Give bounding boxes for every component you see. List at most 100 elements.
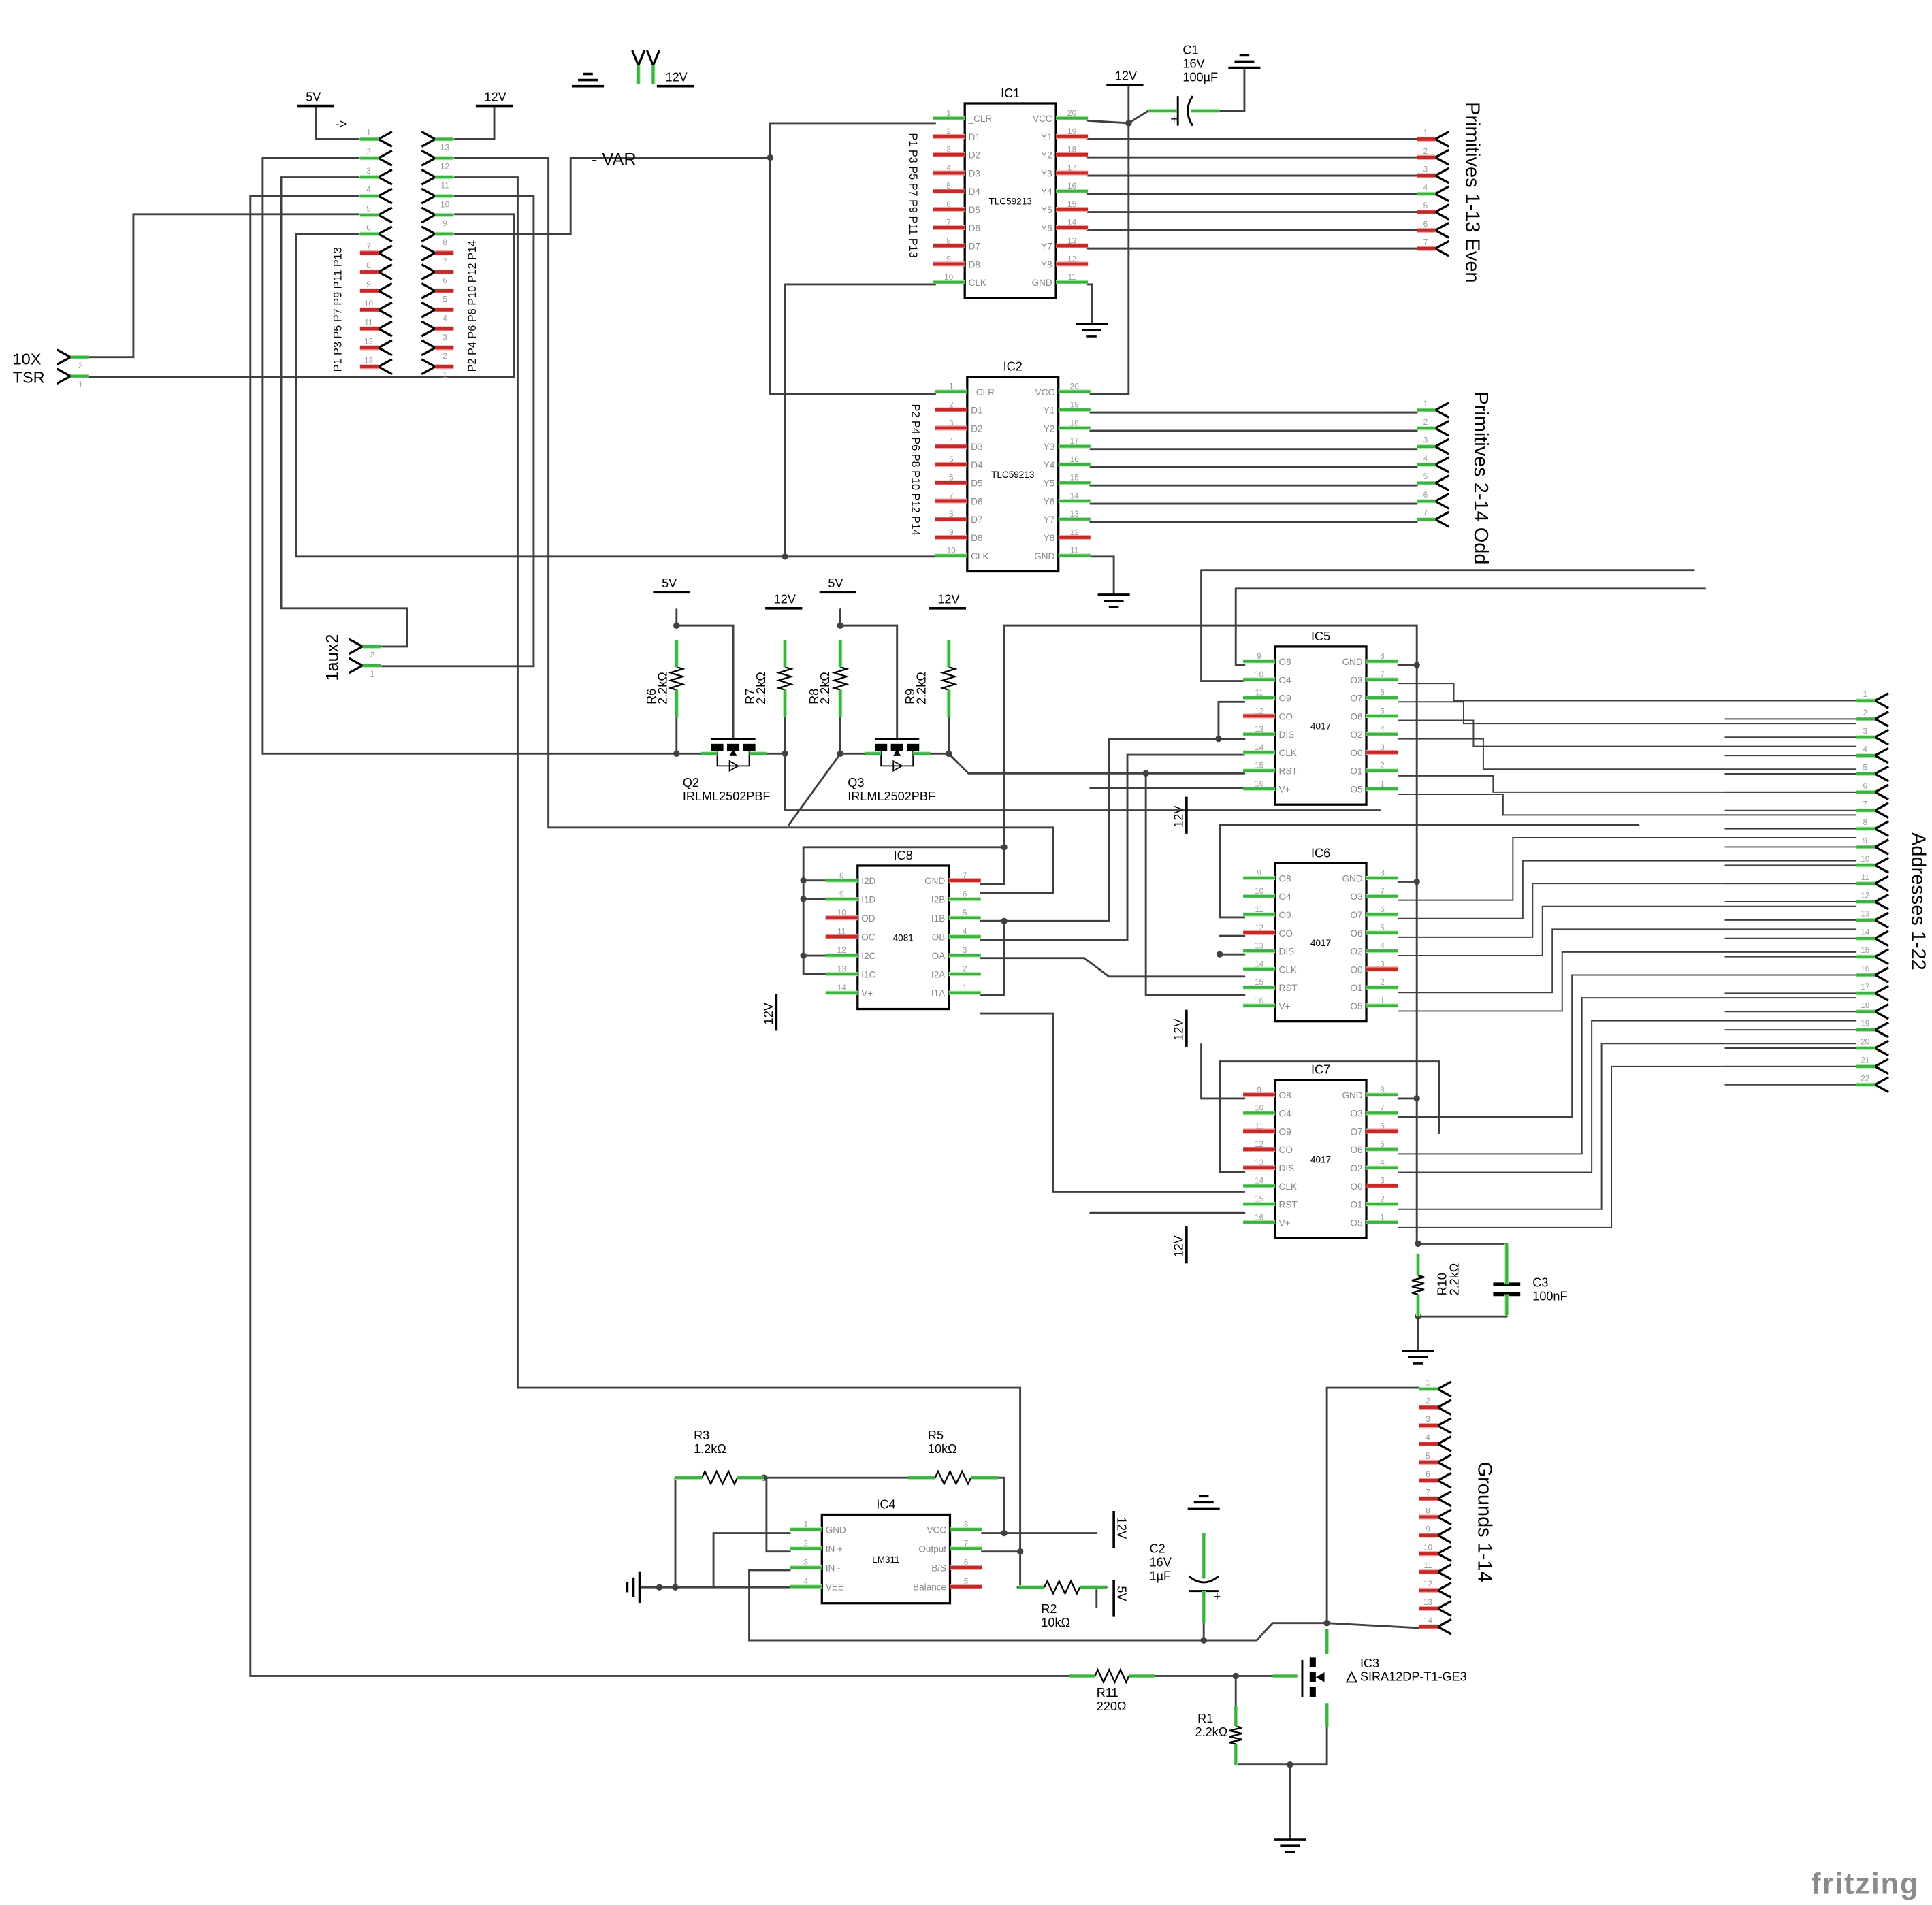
wire	[1398, 738, 1857, 770]
pin-name: O6	[1351, 1145, 1363, 1155]
resistor-r11	[1094, 1667, 1130, 1684]
pin-number: 7	[1426, 1488, 1430, 1497]
pin-name: OB	[932, 932, 946, 943]
wire	[1398, 683, 1857, 702]
rail-label: 5V	[1115, 1586, 1129, 1601]
pin-name: O2	[1351, 947, 1363, 957]
pin-name: O5	[1351, 1001, 1363, 1011]
r8-value: 2.2kΩ	[818, 672, 832, 704]
pin-name: D2	[971, 423, 982, 434]
junction-dot	[767, 154, 774, 161]
pin-name: Output	[918, 1544, 946, 1554]
schematic-canvas[interactable]: IC1 TLC59213 1 _CLR 2 D1 3 D2 4 D3 5 D4 6 D5 7 D6 8 D7 9 D8…	[0, 0, 1932, 1905]
pin-name: O4	[1279, 892, 1292, 902]
connector-fork	[348, 657, 365, 674]
pin-number: 1	[366, 129, 371, 137]
connector-fork	[1432, 438, 1450, 455]
pin-name: V+	[861, 988, 873, 998]
resistor-zigzag	[701, 1469, 739, 1486]
pin-name: D4	[969, 186, 981, 197]
connector-fork	[1435, 1508, 1452, 1526]
connector-fork	[1872, 857, 1889, 874]
pin-number: 22	[1861, 1074, 1869, 1083]
ic1-side-label: P1 P3 P5 P7 P9 P11 P13	[907, 133, 919, 257]
r11-ref: R11	[1097, 1686, 1118, 1699]
pin-number: 2	[366, 148, 371, 157]
pin-name: V+	[1279, 1218, 1291, 1228]
body-diode	[1345, 1671, 1358, 1683]
pin-name: OA	[932, 951, 946, 961]
pin-name: D5	[971, 478, 982, 489]
pin-number: 7	[1423, 238, 1428, 247]
pin-name: Y8	[1041, 259, 1052, 270]
connector-fork	[1872, 802, 1889, 819]
pin-name: GND	[1342, 1090, 1362, 1101]
pin-name: O1	[1351, 1200, 1363, 1210]
connector-fork	[376, 320, 393, 338]
connector-fork	[1432, 510, 1450, 528]
pin-number: 5	[1426, 1452, 1430, 1461]
pin-name: O3	[1351, 892, 1363, 902]
pin-number: 19	[1861, 1020, 1869, 1028]
connector-fork	[1872, 711, 1889, 728]
channel-segment	[907, 743, 920, 751]
pin-name: VEE	[826, 1582, 844, 1593]
pin-name: O9	[1279, 1126, 1291, 1137]
connector-fork	[1872, 966, 1889, 983]
aux-pin: 1	[348, 657, 374, 679]
connector-fork	[1872, 728, 1889, 746]
pin-number: 5	[366, 204, 371, 213]
connector-fork	[1435, 1563, 1452, 1580]
pin-name: RST	[1279, 766, 1298, 777]
pin-number: 13	[440, 144, 450, 152]
connector-fork	[421, 301, 438, 319]
pin-number: 5	[1423, 201, 1428, 210]
rail-12v-r9: 12V	[929, 593, 966, 610]
connector-fork	[1435, 1490, 1452, 1508]
r11-value: 220Ω	[1097, 1699, 1127, 1713]
r10-value: 2.2kΩ	[1448, 1263, 1462, 1296]
channel-segment	[1309, 1672, 1316, 1682]
pin-name: IN -	[826, 1563, 841, 1574]
rail-12v-ic5: 12V	[1172, 796, 1188, 834]
connector-fork	[1435, 1545, 1452, 1562]
pin-number: 21	[1861, 1056, 1869, 1064]
ic-part: 4081	[893, 933, 914, 943]
resistor-zigzag	[1044, 1579, 1081, 1595]
wire	[1219, 1060, 1246, 1173]
pin-name: O9	[1279, 910, 1291, 920]
q2-part: IRLML2502PBF	[683, 789, 771, 803]
pin-name: D6	[971, 496, 982, 506]
resistor-r5	[934, 1469, 972, 1486]
wire	[1127, 110, 1150, 125]
wire	[948, 715, 1246, 775]
main-right-pin: 13	[421, 131, 450, 152]
r2-value: 10kΩ	[1041, 1616, 1070, 1629]
cap-polarity: +	[1214, 1590, 1221, 1603]
r1-value: 2.2kΩ	[1195, 1725, 1228, 1739]
r5-value: 10kΩ	[928, 1442, 957, 1456]
pin-name: GND	[826, 1525, 846, 1535]
pin-name: DIS	[1279, 947, 1295, 957]
connector-fork	[421, 358, 438, 376]
pin-number: 1	[1423, 400, 1428, 408]
connector-fork	[376, 263, 393, 280]
primitives-odd-label: Primitives 2-14 Odd	[1470, 391, 1492, 564]
pin-number: 2	[1423, 147, 1428, 156]
connector-fork	[1435, 1527, 1452, 1544]
main-right-pin: 5	[421, 282, 447, 304]
ic-ref: IC8	[894, 849, 913, 862]
wire	[453, 176, 1022, 1550]
connector-fork	[1872, 930, 1889, 947]
tsr-label-bottom: TSR	[13, 369, 45, 387]
tsr-pin: 2	[56, 348, 82, 370]
resistor-r9	[939, 666, 958, 691]
main-right-pin: 8	[421, 225, 447, 247]
rail-label: 12V	[1115, 1517, 1129, 1539]
resistor-r2	[1044, 1579, 1081, 1595]
resistor-r10	[1411, 1275, 1425, 1295]
ic-part: 4017	[1310, 1154, 1331, 1165]
connector-fork	[1432, 203, 1450, 221]
connector-fork	[1432, 402, 1450, 419]
ground-c2	[1187, 1495, 1220, 1510]
